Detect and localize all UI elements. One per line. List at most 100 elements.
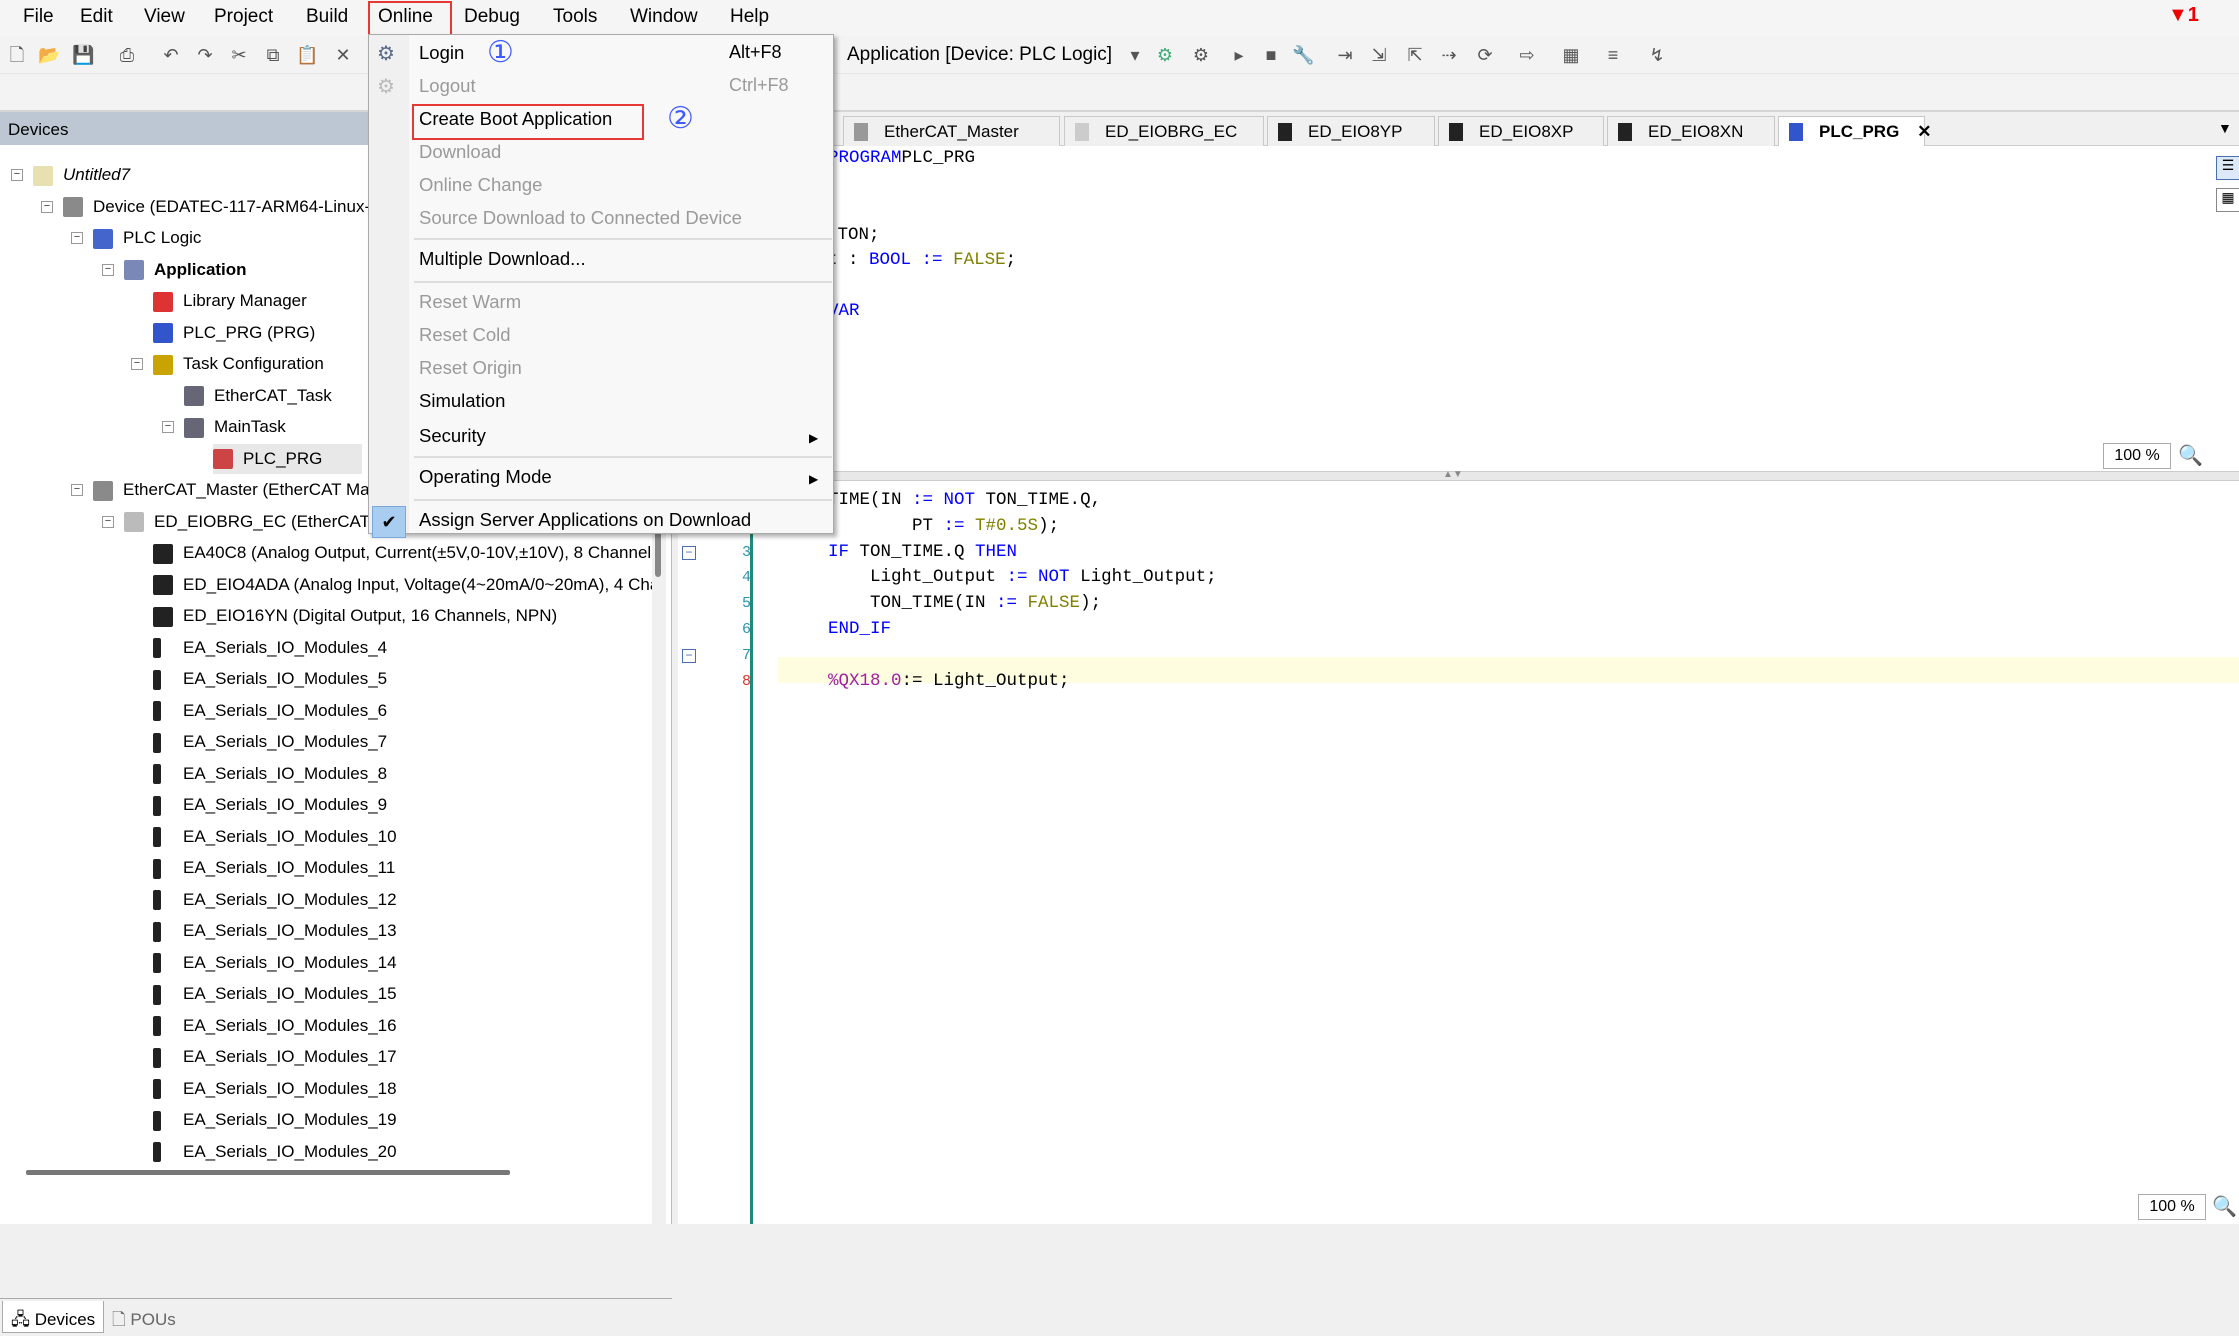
- login-icon[interactable]: ⚙: [1154, 44, 1176, 66]
- editor-splitter[interactable]: ▲▼: [678, 469, 2239, 481]
- tree-item[interactable]: Device (EDATEC-117-ARM64-Linux-SM: [63, 192, 396, 222]
- collapse-toggle[interactable]: −: [71, 484, 83, 496]
- menu-item-operating-mode[interactable]: Operating Mode: [419, 466, 552, 488]
- logout-icon[interactable]: ⚙: [1190, 44, 1212, 66]
- menu-help[interactable]: Help: [730, 6, 769, 28]
- zoom-magnifier-icon[interactable]: 🔍: [2212, 1194, 2237, 1219]
- menu-item-online-change[interactable]: Online Change: [419, 174, 542, 196]
- tree-item[interactable]: PLC_PRG (PRG): [153, 318, 315, 348]
- tab-ethercat-master[interactable]: EtherCAT_Master: [843, 116, 1060, 146]
- tree-item[interactable]: EA_Serials_IO_Modules_6: [153, 696, 387, 726]
- menu-file[interactable]: File: [23, 6, 54, 28]
- reset-icon[interactable]: 🔧: [1292, 44, 1314, 66]
- collapse-toggle[interactable]: −: [71, 232, 83, 244]
- tab-ed-eio8xp[interactable]: ED_EIO8XP: [1438, 116, 1604, 146]
- menu-build[interactable]: Build: [306, 6, 348, 28]
- menu-tools[interactable]: Tools: [553, 6, 597, 28]
- zoom-level-bottom[interactable]: 100 %: [2138, 1194, 2206, 1220]
- tree-item[interactable]: Application: [124, 255, 247, 285]
- tree-item[interactable]: Task Configuration: [153, 349, 324, 379]
- tree-item[interactable]: EA_Serials_IO_Modules_11: [153, 853, 395, 883]
- step-out-icon[interactable]: ⇱: [1404, 44, 1426, 66]
- zoom-level-top[interactable]: 100 %: [2103, 443, 2171, 469]
- horizontal-scrollbar-thumb[interactable]: [26, 1170, 510, 1175]
- tree-item[interactable]: PLC_PRG: [213, 443, 363, 474]
- step-over-icon[interactable]: ⇥: [1334, 44, 1356, 66]
- tree-item[interactable]: MainTask: [184, 412, 286, 442]
- menu-project[interactable]: Project: [214, 6, 273, 28]
- fold-toggle-icon[interactable]: −: [682, 648, 696, 663]
- tree-item[interactable]: EA_Serials_IO_Modules_14: [153, 948, 397, 978]
- tree-item[interactable]: EA_Serials_IO_Modules_19: [153, 1105, 397, 1135]
- paste-icon[interactable]: 📋: [296, 44, 318, 66]
- stop-icon[interactable]: ■: [1260, 44, 1282, 66]
- collapse-toggle[interactable]: −: [162, 421, 174, 433]
- tabular-view-icon[interactable]: ▦: [2216, 188, 2239, 212]
- menu-item-reset-cold[interactable]: Reset Cold: [419, 324, 511, 346]
- tab-plc-prg[interactable]: PLC_PRG ✕: [1778, 116, 1932, 146]
- new-file-icon[interactable]: 🗋: [6, 44, 28, 66]
- zoom-magnifier-icon[interactable]: 🔍: [2178, 443, 2203, 468]
- menu-item-login[interactable]: Login: [419, 42, 464, 64]
- cut-icon[interactable]: ✂: [228, 44, 250, 66]
- fold-toggle-icon[interactable]: −: [682, 545, 696, 560]
- breakpoint-icon[interactable]: ⟳: [1474, 44, 1496, 66]
- close-tab-icon[interactable]: ✕: [1917, 122, 1931, 141]
- save-icon[interactable]: 💾: [72, 44, 94, 66]
- menu-edit[interactable]: Edit: [80, 6, 113, 28]
- tree-item[interactable]: Untitled7: [33, 160, 130, 190]
- tree-item[interactable]: EA_Serials_IO_Modules_7: [153, 727, 387, 757]
- tree-item[interactable]: PLC Logic: [93, 223, 201, 253]
- tree-item[interactable]: EA_Serials_IO_Modules_12: [153, 885, 397, 915]
- tree-item[interactable]: EA_Serials_IO_Modules_10: [153, 822, 397, 852]
- active-application-selector[interactable]: Application [Device: PLC Logic]: [847, 44, 1112, 66]
- copy-icon[interactable]: ⧉: [262, 44, 284, 66]
- collapse-toggle[interactable]: −: [131, 358, 143, 370]
- dropdown-arrow-icon[interactable]: ▾: [1124, 44, 1146, 66]
- tab-ed-eio8yp[interactable]: ED_EIO8YP: [1267, 116, 1435, 146]
- start-icon[interactable]: ▸: [1228, 44, 1250, 66]
- tree-item[interactable]: EA_Serials_IO_Modules_16: [153, 1011, 397, 1041]
- tab-ed-eiobrg-ec[interactable]: ED_EIOBRG_EC: [1064, 116, 1264, 146]
- redo-icon[interactable]: ↷: [194, 44, 216, 66]
- delete-icon[interactable]: ✕: [332, 44, 354, 66]
- tab-ed-eio8xn[interactable]: ED_EIO8XN: [1607, 116, 1775, 146]
- undo-icon[interactable]: ↶: [160, 44, 182, 66]
- tree-item[interactable]: EA_Serials_IO_Modules_15: [153, 979, 397, 1009]
- tree-item[interactable]: Library Manager: [153, 286, 307, 316]
- menu-item-security[interactable]: Security: [419, 425, 486, 447]
- tab-devices[interactable]: 🖧 Devices: [2, 1301, 105, 1333]
- tree-item[interactable]: EA_Serials_IO_Modules_4: [153, 633, 387, 663]
- refresh-icon[interactable]: ↯: [1646, 44, 1668, 66]
- tree-item[interactable]: EA_Serials_IO_Modules_13: [153, 916, 397, 946]
- menu-item-download[interactable]: Download: [419, 141, 501, 163]
- write-values-icon[interactable]: ▦: [1560, 44, 1582, 66]
- tree-item[interactable]: EA_Serials_IO_Modules_17: [153, 1042, 397, 1072]
- collapse-toggle[interactable]: −: [11, 169, 23, 181]
- collapse-toggle[interactable]: −: [41, 200, 53, 213]
- menu-debug[interactable]: Debug: [464, 6, 520, 28]
- collapse-toggle[interactable]: −: [102, 263, 114, 276]
- tree-item[interactable]: EA40C8 (Analog Output, Current(±5V,0-10V…: [153, 538, 660, 568]
- tree-item[interactable]: ED_EIO4ADA (Analog Input, Voltage(4~20mA…: [153, 570, 665, 600]
- message-flag[interactable]: ▼1: [2168, 4, 2199, 27]
- tree-item[interactable]: ED_EIOBRG_EC (EtherCAT Co: [124, 507, 396, 537]
- tree-item[interactable]: EtherCAT_Master (EtherCAT Mas: [93, 475, 378, 505]
- splitter-arrows-icon[interactable]: ▲▼: [1443, 469, 1463, 480]
- force-icon[interactable]: ⇨: [1516, 44, 1538, 66]
- tree-item[interactable]: EA_Serials_IO_Modules_5: [153, 664, 387, 694]
- menu-item-logout[interactable]: Logout: [419, 75, 476, 97]
- step-into-icon[interactable]: ⇲: [1368, 44, 1390, 66]
- tab-pous[interactable]: 🗋 POUs: [104, 1301, 184, 1333]
- menu-item-multiple-download[interactable]: Multiple Download...: [419, 248, 586, 270]
- tree-item[interactable]: EtherCAT_Task: [184, 381, 332, 411]
- menu-item-simulation[interactable]: Simulation: [419, 390, 505, 412]
- print-icon[interactable]: ⎙: [116, 44, 138, 66]
- run-to-cursor-icon[interactable]: ⇢: [1438, 44, 1460, 66]
- menu-view[interactable]: View: [144, 6, 185, 28]
- menu-item-reset-origin[interactable]: Reset Origin: [419, 357, 522, 379]
- tree-item[interactable]: EA_Serials_IO_Modules_20: [153, 1137, 397, 1167]
- menu-item-source-download-to-connected-device[interactable]: Source Download to Connected Device: [419, 207, 742, 229]
- menu-window[interactable]: Window: [630, 6, 698, 28]
- open-folder-icon[interactable]: 📂: [38, 44, 60, 66]
